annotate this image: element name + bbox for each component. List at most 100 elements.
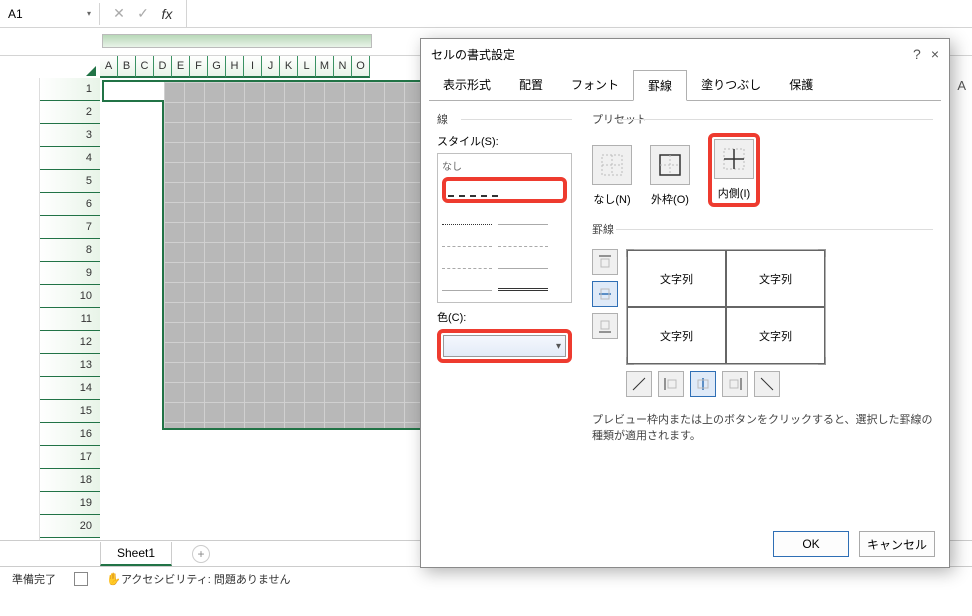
- dialog-tab[interactable]: 塗りつぶし: [687, 70, 775, 101]
- row-header[interactable]: 6: [40, 193, 100, 216]
- right-column-hint: A: [957, 78, 966, 93]
- column-header[interactable]: B: [118, 56, 136, 78]
- chevron-down-icon: ▾: [556, 341, 561, 352]
- row-header[interactable]: 3: [40, 124, 100, 147]
- dialog-title: セルの書式設定: [431, 46, 515, 63]
- preset-outline-label: 外枠(O): [651, 191, 689, 207]
- row-header[interactable]: 5: [40, 170, 100, 193]
- column-header[interactable]: N: [334, 56, 352, 78]
- column-header[interactable]: K: [280, 56, 298, 78]
- ok-button[interactable]: OK: [773, 531, 849, 557]
- style-sample[interactable]: [442, 211, 492, 225]
- border-vertical-middle-button[interactable]: [690, 371, 716, 397]
- column-header[interactable]: O: [352, 56, 370, 78]
- border-preview[interactable]: 文字列 文字列 文字列 文字列: [626, 249, 826, 365]
- row-header[interactable]: 9: [40, 262, 100, 285]
- hint-text: プレビュー枠内または上のボタンをクリックすると、選択した罫線の種類が適用されます…: [592, 411, 933, 443]
- row-header[interactable]: 18: [40, 469, 100, 492]
- status-accessibility[interactable]: ✋アクセシビリティ: 問題ありません: [106, 571, 291, 587]
- style-sample[interactable]: [498, 277, 548, 291]
- style-sample-selected[interactable]: [448, 183, 498, 197]
- style-sample[interactable]: [498, 233, 548, 247]
- cell-reference: A1: [8, 7, 23, 21]
- row-header[interactable]: 16: [40, 423, 100, 446]
- dialog-titlebar[interactable]: セルの書式設定 ? ×: [421, 39, 949, 69]
- color-label: 色(C):: [437, 309, 572, 325]
- style-sample[interactable]: [442, 277, 492, 291]
- dialog-tab[interactable]: 配置: [505, 70, 557, 101]
- column-header[interactable]: F: [190, 56, 208, 78]
- style-sample[interactable]: [442, 255, 492, 269]
- row-header[interactable]: 7: [40, 216, 100, 239]
- cancel-button[interactable]: キャンセル: [859, 531, 935, 557]
- preview-cell: 文字列: [726, 250, 825, 307]
- column-header[interactable]: G: [208, 56, 226, 78]
- column-header[interactable]: D: [154, 56, 172, 78]
- cancel-formula-icon[interactable]: ✕: [110, 5, 128, 22]
- row-header[interactable]: 13: [40, 354, 100, 377]
- row-header[interactable]: 11: [40, 308, 100, 331]
- column-header[interactable]: I: [244, 56, 262, 78]
- style-sample[interactable]: [498, 211, 548, 225]
- border-left-button[interactable]: [658, 371, 684, 397]
- style-none-label: なし: [442, 158, 567, 173]
- border-right-button[interactable]: [722, 371, 748, 397]
- column-header[interactable]: M: [316, 56, 334, 78]
- chevron-down-icon: ▾: [87, 9, 91, 18]
- help-icon[interactable]: ?: [913, 46, 921, 62]
- dialog-tab[interactable]: 保護: [775, 70, 827, 101]
- style-sample[interactable]: [442, 233, 492, 247]
- row-header[interactable]: 4: [40, 147, 100, 170]
- close-icon[interactable]: ×: [931, 46, 939, 62]
- dialog-tab[interactable]: 罫線: [633, 70, 687, 101]
- preview-cell: 文字列: [726, 307, 825, 364]
- preview-cell: 文字列: [627, 250, 726, 307]
- column-header[interactable]: A: [100, 56, 118, 78]
- column-header[interactable]: E: [172, 56, 190, 78]
- border-bottom-button[interactable]: [592, 313, 618, 339]
- preset-none-label: なし(N): [593, 191, 630, 207]
- column-header[interactable]: H: [226, 56, 244, 78]
- new-sheet-button[interactable]: +: [192, 545, 210, 563]
- row-header[interactable]: 14: [40, 377, 100, 400]
- row-header[interactable]: 12: [40, 331, 100, 354]
- namebox[interactable]: A1 ▾: [0, 3, 100, 25]
- preset-section-label: プリセット: [592, 111, 933, 127]
- preset-inside-label: 内側(I): [718, 185, 750, 201]
- border-diagonal-down-button[interactable]: [754, 371, 780, 397]
- column-header[interactable]: J: [262, 56, 280, 78]
- formula-input[interactable]: [187, 10, 972, 18]
- accept-formula-icon[interactable]: ✓: [134, 5, 152, 22]
- format-cells-dialog: セルの書式設定 ? × 表示形式配置フォント罫線塗りつぶし保護 線 スタイル(S…: [420, 38, 950, 568]
- column-header[interactable]: L: [298, 56, 316, 78]
- row-header[interactable]: 10: [40, 285, 100, 308]
- preset-outline-button[interactable]: [650, 145, 690, 185]
- column-header[interactable]: C: [136, 56, 154, 78]
- row-header[interactable]: 20: [40, 515, 100, 538]
- dialog-tab[interactable]: 表示形式: [429, 70, 505, 101]
- dialog-tab[interactable]: フォント: [557, 70, 633, 101]
- line-style-list[interactable]: なし: [437, 153, 572, 303]
- border-diagonal-up-button[interactable]: [626, 371, 652, 397]
- row-header[interactable]: 15: [40, 400, 100, 423]
- row-header[interactable]: 1: [40, 78, 100, 101]
- style-sample[interactable]: [498, 255, 548, 269]
- line-section-label: 線: [437, 111, 572, 127]
- row-header[interactable]: 19: [40, 492, 100, 515]
- preview-cell: 文字列: [627, 307, 726, 364]
- preset-inside-button[interactable]: [714, 139, 754, 179]
- horizontal-ruler: [102, 34, 372, 48]
- line-color-dropdown[interactable]: ▾: [443, 335, 566, 357]
- status-icon: [74, 572, 88, 586]
- border-top-button[interactable]: [592, 249, 618, 275]
- row-header[interactable]: 8: [40, 239, 100, 262]
- border-horizontal-middle-button[interactable]: [592, 281, 618, 307]
- vertical-ruler: [0, 78, 40, 540]
- preset-none-button[interactable]: [592, 145, 632, 185]
- row-header[interactable]: 17: [40, 446, 100, 469]
- fx-icon[interactable]: fx: [158, 6, 176, 22]
- select-all-triangle[interactable]: [86, 66, 96, 76]
- row-header[interactable]: 2: [40, 101, 100, 124]
- selection-rectangle: [162, 80, 422, 430]
- sheet-tab[interactable]: Sheet1: [100, 542, 172, 566]
